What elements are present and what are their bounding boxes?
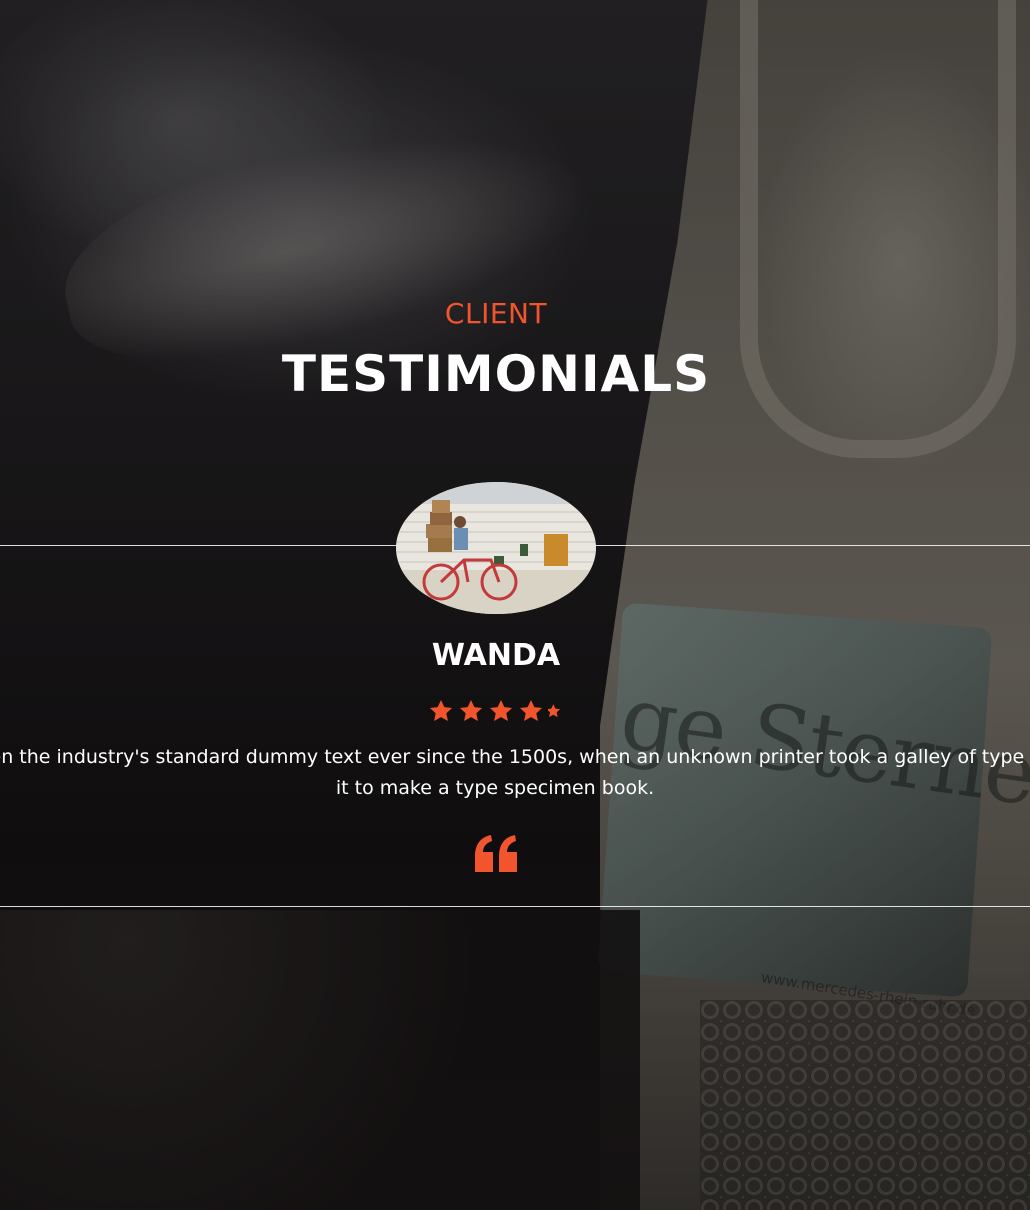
client-avatar (396, 482, 596, 614)
star-icon (489, 699, 513, 721)
testimonials-section: CLIENT TESTIMONIALS WANDA been the indus… (0, 0, 1030, 1210)
testimonial-text-line-1: been the industry's standard dummy text … (0, 746, 1025, 768)
star-icon (429, 699, 453, 721)
avatar-photo (396, 482, 596, 614)
quote-icon (475, 835, 517, 872)
star-icon (459, 699, 483, 721)
section-title: TESTIMONIALS (281, 345, 711, 403)
testimonial-text-line-2: it to make a type specimen book. (335, 777, 655, 799)
star-icon (519, 699, 543, 721)
star-half-icon (548, 704, 561, 718)
client-name: WANDA (431, 638, 561, 673)
section-eyebrow: CLIENT (444, 297, 548, 330)
rating-stars (0, 698, 992, 724)
divider-bottom (0, 906, 1030, 907)
